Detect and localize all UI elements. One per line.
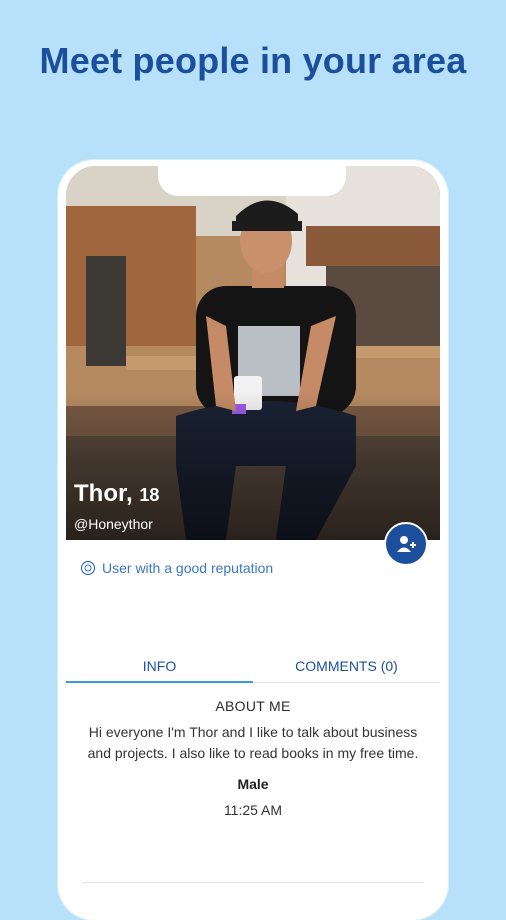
add-user-icon — [397, 536, 416, 552]
about-section: ABOUT ME Hi everyone I'm Thor and I like… — [66, 698, 440, 818]
tab-info[interactable]: INFO — [66, 652, 253, 683]
phone-notch — [158, 160, 346, 196]
profile-age: 18 — [139, 485, 160, 505]
promo-headline: Meet people in your area — [39, 40, 467, 81]
profile-name-text: Thor, — [74, 480, 133, 507]
reputation-badge: User with a good reputation — [80, 560, 273, 576]
reputation-text: User with a good reputation — [102, 560, 274, 576]
about-text: Hi everyone I'm Thor and I like to talk … — [87, 724, 419, 761]
profile-tabs: INFO COMMENTS (0) — [66, 652, 440, 683]
profile-username: @Honeythor — [74, 516, 153, 532]
add-friend-button[interactable] — [384, 522, 428, 566]
gender-value: Male — [237, 776, 269, 792]
time-value: 11:25 AM — [223, 802, 283, 818]
divider — [82, 882, 424, 883]
badge-icon — [80, 560, 96, 576]
profile-name: Thor, 18 — [74, 480, 159, 508]
phone-frame: Thor, 18 @Honeythor User with a good rep… — [58, 160, 448, 920]
about-title: ABOUT ME — [215, 698, 291, 714]
tab-comments[interactable]: COMMENTS (0) — [253, 652, 440, 682]
